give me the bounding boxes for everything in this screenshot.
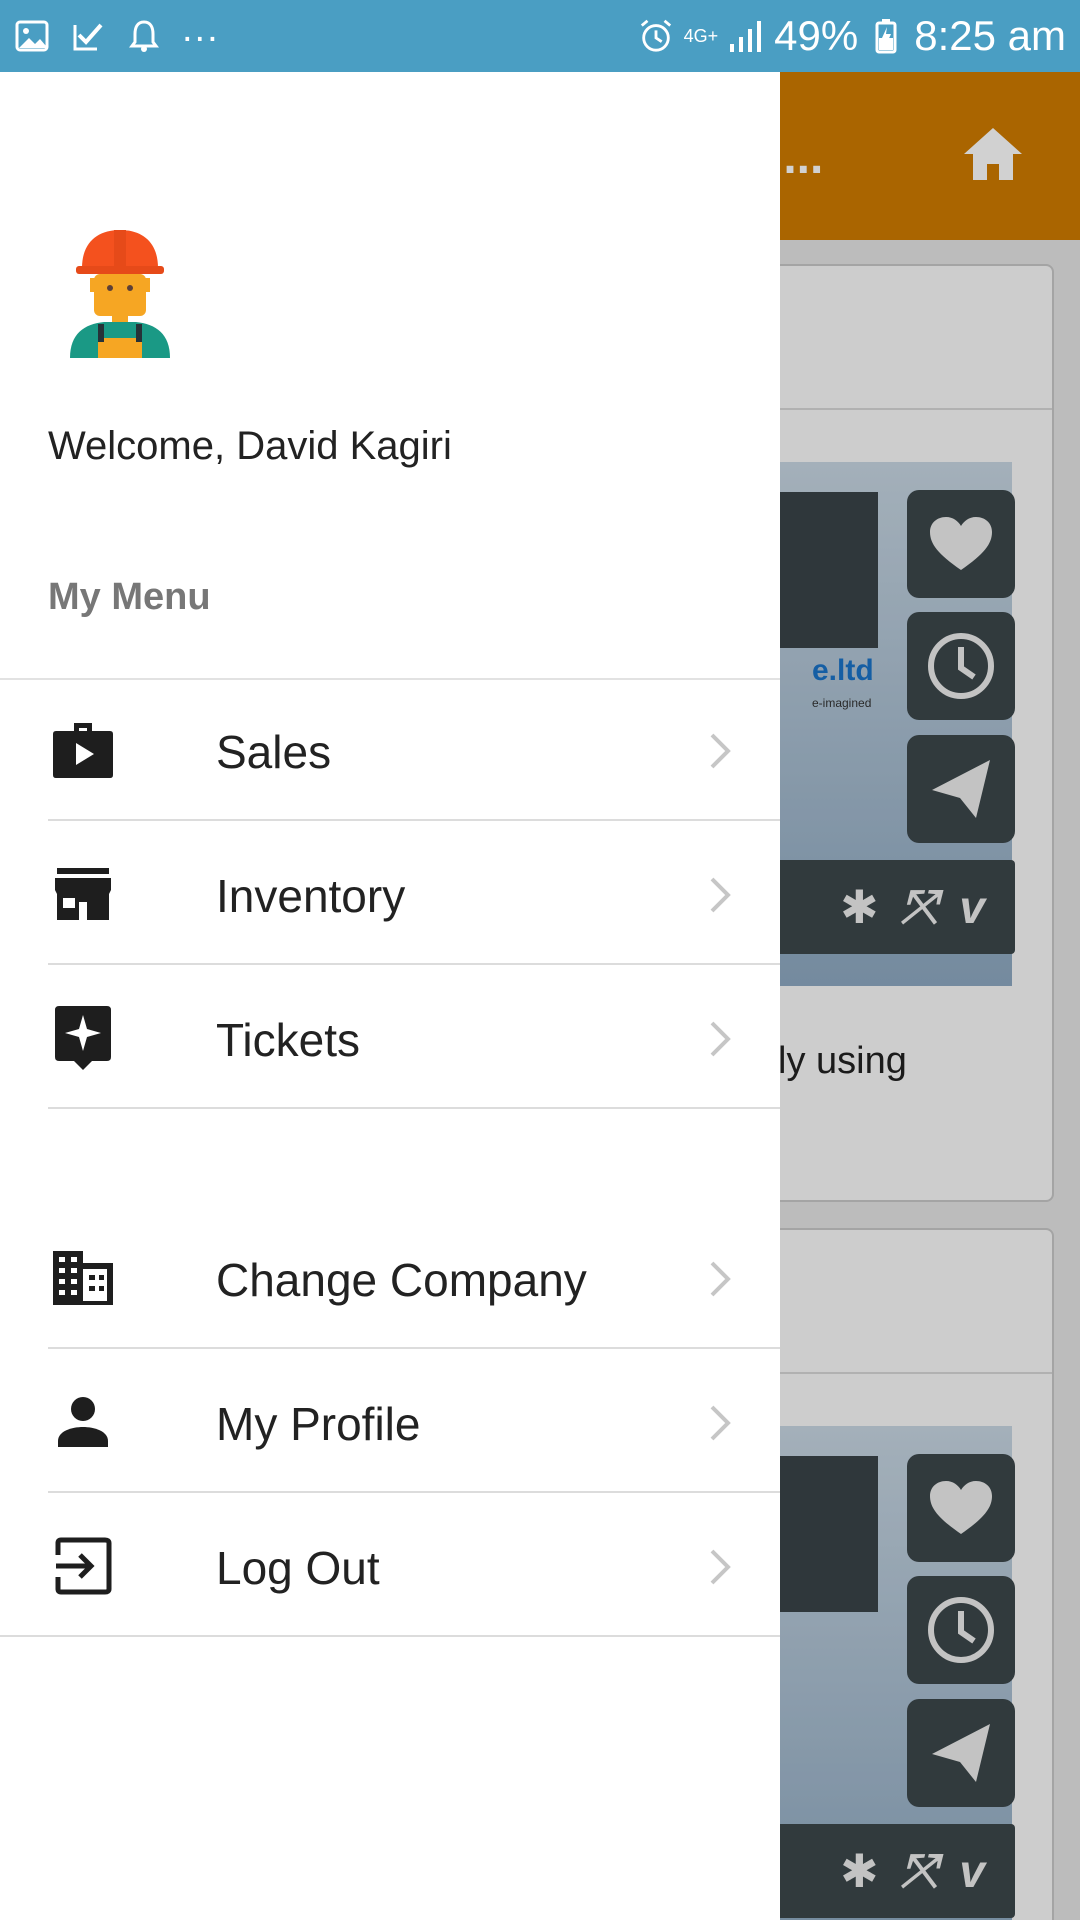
bell-icon <box>126 18 162 54</box>
menu-item-label: My Profile <box>216 1398 421 1450</box>
status-bar-notifications: ... <box>14 8 220 54</box>
divider <box>48 1491 780 1493</box>
store-icon <box>50 861 116 927</box>
menu-item-label: Tickets <box>216 1014 360 1066</box>
task-check-icon <box>70 18 106 54</box>
chevron-right-icon <box>700 729 740 773</box>
person-icon <box>50 1389 116 1455</box>
menu-item-label: Inventory <box>216 870 406 922</box>
clock-time: 8:25 am <box>914 12 1066 59</box>
chevron-right-icon <box>700 1545 740 1589</box>
chevron-right-icon <box>700 1257 740 1301</box>
menu-item-my-profile[interactable]: My Profile <box>0 1351 780 1493</box>
navigation-drawer: Welcome, David Kagiri My Menu Sales Inve… <box>0 72 780 1920</box>
gallery-icon <box>14 18 50 54</box>
signal-icon <box>728 18 764 54</box>
more-notifications-icon: ... <box>182 7 220 50</box>
menu-heading: My Menu <box>48 576 211 618</box>
battery-charging-icon <box>868 18 904 54</box>
status-bar: ... 4G+ 49% 8:25 am <box>0 0 1080 72</box>
divider <box>48 963 780 965</box>
menu-item-log-out[interactable]: Log Out <box>0 1495 780 1637</box>
tickets-star-icon <box>50 1005 116 1071</box>
menu-item-tickets[interactable]: Tickets <box>0 967 780 1109</box>
network-type: 4G+ <box>683 26 719 46</box>
divider <box>48 1107 780 1109</box>
welcome-text: Welcome, David Kagiri <box>48 424 452 468</box>
building-icon <box>50 1245 116 1311</box>
chevron-right-icon <box>700 1017 740 1061</box>
alarm-icon <box>638 18 674 54</box>
divider <box>48 1347 780 1349</box>
divider <box>48 819 780 821</box>
battery-percent: 49% <box>774 12 859 59</box>
menu-item-inventory[interactable]: Inventory <box>0 823 780 965</box>
avatar <box>68 228 172 358</box>
briefcase-play-icon <box>50 717 116 783</box>
chevron-right-icon <box>700 1401 740 1445</box>
menu-item-label: Change Company <box>216 1254 587 1306</box>
menu-item-sales[interactable]: Sales <box>0 679 780 821</box>
chevron-right-icon <box>700 873 740 917</box>
menu-item-label: Sales <box>216 726 332 778</box>
divider <box>0 1635 780 1637</box>
logout-icon <box>50 1533 116 1599</box>
menu-item-label: Log Out <box>216 1542 380 1594</box>
menu-item-change-company[interactable]: Change Company <box>0 1207 780 1349</box>
